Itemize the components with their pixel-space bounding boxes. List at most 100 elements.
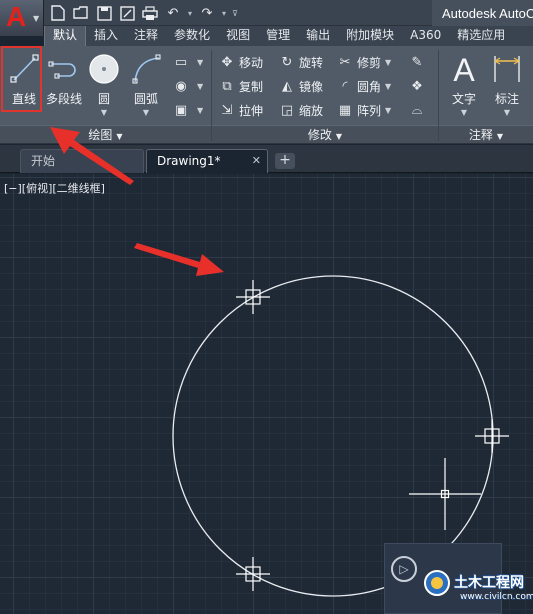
chevron-down-icon[interactable]: ▼ — [82, 108, 126, 117]
text-button[interactable]: A 文字 ▼ — [442, 50, 486, 120]
rectangle-tool[interactable]: ▭ ▼ — [172, 51, 203, 73]
erase-icon: ✎ — [411, 54, 423, 70]
tab-drawing1[interactable]: Drawing1* ✕ — [146, 149, 268, 173]
mirror-button[interactable]: ◭ 镜像 — [278, 75, 323, 97]
arc-button[interactable]: 圆弧 ▼ — [124, 50, 168, 120]
array-icon: ▦ — [338, 102, 352, 118]
redo-icon[interactable]: ↷ — [197, 3, 217, 23]
watermark-url: www.civilcn.com — [460, 592, 533, 602]
stretch-button[interactable]: ⇲ 拉伸 — [218, 99, 263, 121]
play-icon[interactable]: ▷ — [391, 556, 417, 582]
ribbon-tab-bar: 默认 插入 注释 参数化 视图 管理 输出 附加模块 A360 精选应用 — [44, 26, 533, 46]
saveas-icon[interactable] — [117, 3, 137, 23]
chevron-down-icon: ▼ — [197, 81, 204, 91]
draw-panel-title[interactable]: 绘图 ▼ — [0, 125, 211, 143]
fillet-label: 圆角 — [357, 79, 382, 94]
chevron-down-icon[interactable]: ▼ — [485, 108, 529, 117]
rotate-label: 旋转 — [299, 55, 324, 70]
chevron-down-icon: ▼ — [385, 57, 392, 67]
circle-button-label: 圆 — [97, 92, 110, 106]
offset-icon: ⌓ — [411, 102, 423, 118]
move-label: 移动 — [239, 55, 264, 70]
tab-addins[interactable]: 附加模块 — [338, 26, 402, 46]
array-label: 阵列 — [357, 103, 382, 118]
close-icon[interactable]: ✕ — [252, 150, 261, 172]
tab-output[interactable]: 输出 — [298, 26, 338, 46]
chevron-down-icon: ▼ — [496, 132, 504, 141]
scale-label: 缩放 — [299, 103, 324, 118]
print-icon[interactable] — [140, 3, 160, 23]
move-button[interactable]: ✥ 移动 — [218, 51, 263, 73]
hatch-tool[interactable]: ◉ ▼ — [172, 75, 203, 97]
chevron-down-icon[interactable]: ▾ — [220, 9, 228, 18]
save-icon[interactable] — [94, 3, 114, 23]
array-button[interactable]: ▦ 阵列 ▼ — [336, 99, 391, 121]
region-icon: ▣ — [174, 102, 188, 118]
annotation-panel-label: 注释 — [468, 128, 493, 142]
chevron-down-icon[interactable]: ▼ — [124, 108, 168, 117]
viewport-controls-label[interactable]: [−][俯视][二维线框] — [4, 180, 105, 196]
autocad-logo-icon: A — [6, 1, 27, 32]
line-button-highlight — [1, 46, 42, 112]
tab-start[interactable]: 开始 — [20, 149, 144, 173]
draw-panel-label: 绘图 — [88, 128, 113, 142]
tab-annotate[interactable]: 注释 — [126, 26, 166, 46]
fillet-button[interactable]: ◜ 圆角 ▼ — [336, 75, 391, 97]
explode-tool[interactable]: ❖ — [408, 75, 429, 97]
customize-toolbar-icon[interactable]: ⊽ — [231, 9, 239, 18]
watermark-title: 土木工程网 — [454, 574, 524, 590]
tab-view[interactable]: 视图 — [218, 26, 258, 46]
polyline-button-label: 多段线 — [45, 92, 82, 106]
tab-parametric[interactable]: 参数化 — [166, 26, 218, 46]
svg-text:A: A — [453, 52, 475, 86]
offset-tool[interactable]: ⌓ — [408, 99, 429, 121]
text-tool-icon: A — [453, 52, 475, 86]
arc-button-label: 圆弧 — [133, 92, 158, 106]
polyline-button[interactable]: 多段线 — [42, 50, 86, 120]
hatch-icon: ◉ — [175, 78, 187, 94]
application-menu-button[interactable]: A ▼ — [0, 0, 44, 36]
trim-label: 修剪 — [357, 55, 382, 70]
chevron-down-icon: ▼ — [116, 132, 123, 141]
ribbon-panel: 直线 多段线 圆 ▼ 圆弧 ▼ ▭ ▼ ◉ ▼ ▣ ▼ 绘图 ▼ ✥ 移动 ↻ … — [0, 46, 533, 144]
arc-tool-icon — [132, 54, 161, 84]
tab-default[interactable]: 默认 — [44, 26, 87, 46]
watermark: 土木工程网 www.civilcn.com — [420, 568, 533, 614]
erase-tool[interactable]: ✎ — [408, 51, 429, 73]
circle-button[interactable]: 圆 ▼ — [82, 50, 126, 120]
copy-label: 复制 — [239, 79, 264, 94]
explode-icon: ❖ — [411, 78, 423, 94]
chevron-down-icon[interactable]: ▼ — [442, 108, 486, 117]
text-button-label: 文字 — [451, 92, 476, 106]
modify-panel-title[interactable]: 修改 ▼ — [212, 125, 438, 143]
scale-button[interactable]: ◲ 缩放 — [278, 99, 323, 121]
circle-tool-icon — [89, 54, 119, 84]
chevron-down-icon: ▼ — [335, 132, 343, 141]
move-icon: ✥ — [221, 54, 233, 70]
dimension-tool-icon — [494, 56, 520, 82]
chevron-down-icon: ▼ — [385, 81, 392, 91]
rotate-button[interactable]: ↻ 旋转 — [278, 51, 323, 73]
copy-button[interactable]: ⧉ 复制 — [218, 75, 263, 97]
open-icon[interactable] — [71, 3, 91, 23]
dimension-button[interactable]: 标注 ▼ — [485, 50, 529, 120]
annotation-panel-title[interactable]: 注释 ▼ — [439, 125, 533, 143]
tab-manage[interactable]: 管理 — [258, 26, 298, 46]
new-icon[interactable] — [48, 3, 68, 23]
chevron-down-icon: ▼ — [197, 105, 204, 115]
tab-featured-apps[interactable]: 精选应用 — [449, 26, 513, 46]
watermark-logo — [424, 570, 450, 596]
chevron-down-icon[interactable]: ▾ — [186, 9, 194, 18]
region-tool[interactable]: ▣ ▼ — [172, 99, 203, 121]
chevron-down-icon: ▼ — [197, 57, 204, 67]
undo-icon[interactable]: ↶ — [163, 3, 183, 23]
trim-button[interactable]: ✂ 修剪 ▼ — [336, 51, 392, 73]
tab-insert[interactable]: 插入 — [86, 26, 126, 46]
mirror-label: 镜像 — [299, 79, 324, 94]
tab-a360[interactable]: A360 — [402, 26, 449, 46]
scale-icon: ◲ — [280, 102, 294, 118]
new-tab-button[interactable]: + — [275, 153, 295, 169]
title-bar: A ▼ ↶ ▾ ↷ ▾ ⊽ Autodesk AutoC — [0, 0, 533, 36]
trim-icon: ✂ — [339, 54, 351, 70]
dimension-button-label: 标注 — [494, 92, 519, 106]
